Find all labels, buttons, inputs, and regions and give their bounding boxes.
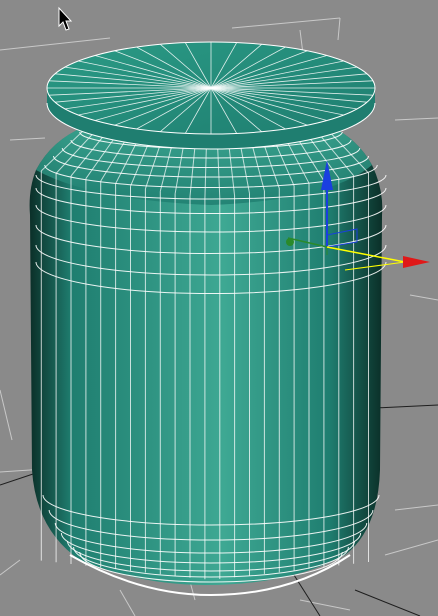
gizmo-y-handle [286,238,294,246]
viewport-3d[interactable] [0,0,438,616]
jar-mesh[interactable] [29,41,387,597]
scene-svg[interactable] [0,0,438,616]
